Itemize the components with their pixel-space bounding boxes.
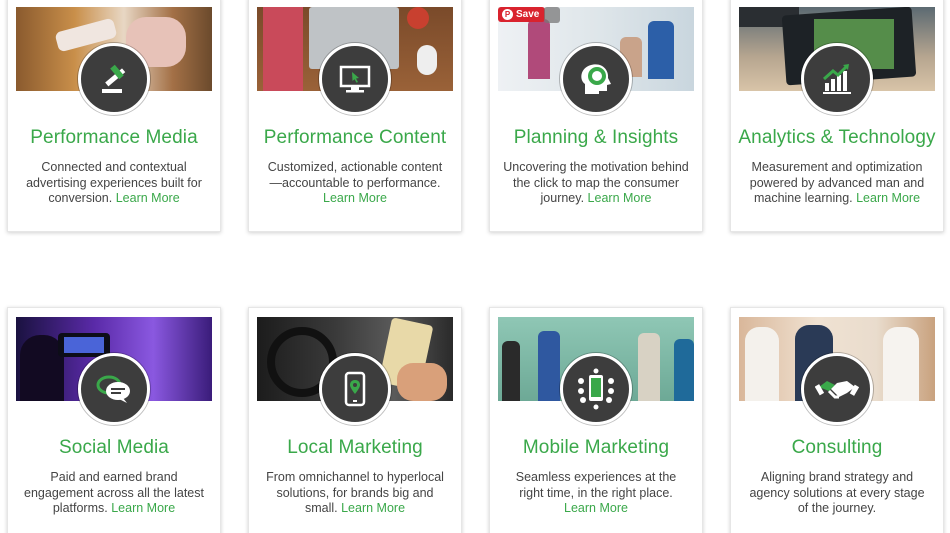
service-card-social-media[interactable]: Social Media Paid and earned brand engag… — [7, 307, 221, 533]
card-description: Uncovering the motivation behind the cli… — [503, 160, 689, 205]
card-title: Performance Media — [30, 127, 198, 148]
mobile-apps-icon — [560, 353, 632, 425]
phone-map-pin-icon — [319, 353, 391, 425]
head-chart-icon — [560, 43, 632, 115]
learn-more-link[interactable]: Learn More — [116, 191, 180, 205]
service-card-performance-media[interactable]: Performance Media Connected and contextu… — [7, 0, 221, 232]
card-description: Measurement and optimization powered by … — [749, 160, 925, 205]
pinterest-save-button[interactable]: P Save — [498, 7, 546, 22]
pinterest-logo-icon: P — [502, 9, 513, 20]
learn-more-link[interactable]: Learn More — [111, 501, 175, 515]
service-card-analytics-technology[interactable]: Analytics & Technology Measurement and o… — [730, 0, 944, 232]
card-description: Aligning brand strategy and agency solut… — [749, 470, 925, 515]
card-description: Connected and contextual advertising exp… — [26, 160, 202, 205]
monitor-cursor-icon — [319, 43, 391, 115]
card-title: Consulting — [791, 437, 883, 458]
chat-bubbles-icon — [78, 353, 150, 425]
service-card-performance-content[interactable]: Performance Content Customized, actionab… — [248, 0, 462, 232]
visual-search-icon[interactable] — [544, 7, 560, 23]
service-card-consulting[interactable]: Consulting Aligning brand strategy and a… — [730, 307, 944, 533]
card-title: Planning & Insights — [513, 127, 679, 148]
card-title: Local Marketing — [287, 437, 423, 458]
card-description: Paid and earned brand engagement across … — [24, 470, 204, 515]
card-description: Seamless experiences at the right time, … — [515, 470, 677, 515]
service-card-mobile-marketing[interactable]: Mobile Marketing Seamless experiences at… — [489, 307, 703, 533]
card-title: Analytics & Technology — [738, 127, 936, 148]
card-title: Performance Content — [263, 127, 447, 148]
learn-more-link[interactable]: Learn More — [856, 191, 920, 205]
service-card-planning-insights[interactable]: P Save Planning & Insights Uncovering th… — [489, 0, 703, 232]
card-title: Mobile Marketing — [522, 437, 670, 458]
learn-more-link[interactable]: Learn More — [564, 501, 628, 515]
bar-chart-icon — [801, 43, 873, 115]
gavel-icon — [78, 43, 150, 115]
handshake-icon — [801, 353, 873, 425]
learn-more-link[interactable]: Learn More — [588, 191, 652, 205]
service-card-local-marketing[interactable]: Local Marketing From omnichannel to hype… — [248, 307, 462, 533]
card-description: From omnichannel to hyperlocal solutions… — [266, 470, 444, 515]
card-description: Customized, actionable content —accounta… — [267, 160, 443, 205]
card-title: Social Media — [59, 437, 169, 458]
learn-more-link[interactable]: Learn More — [323, 191, 387, 205]
learn-more-link[interactable]: Learn More — [341, 501, 405, 515]
